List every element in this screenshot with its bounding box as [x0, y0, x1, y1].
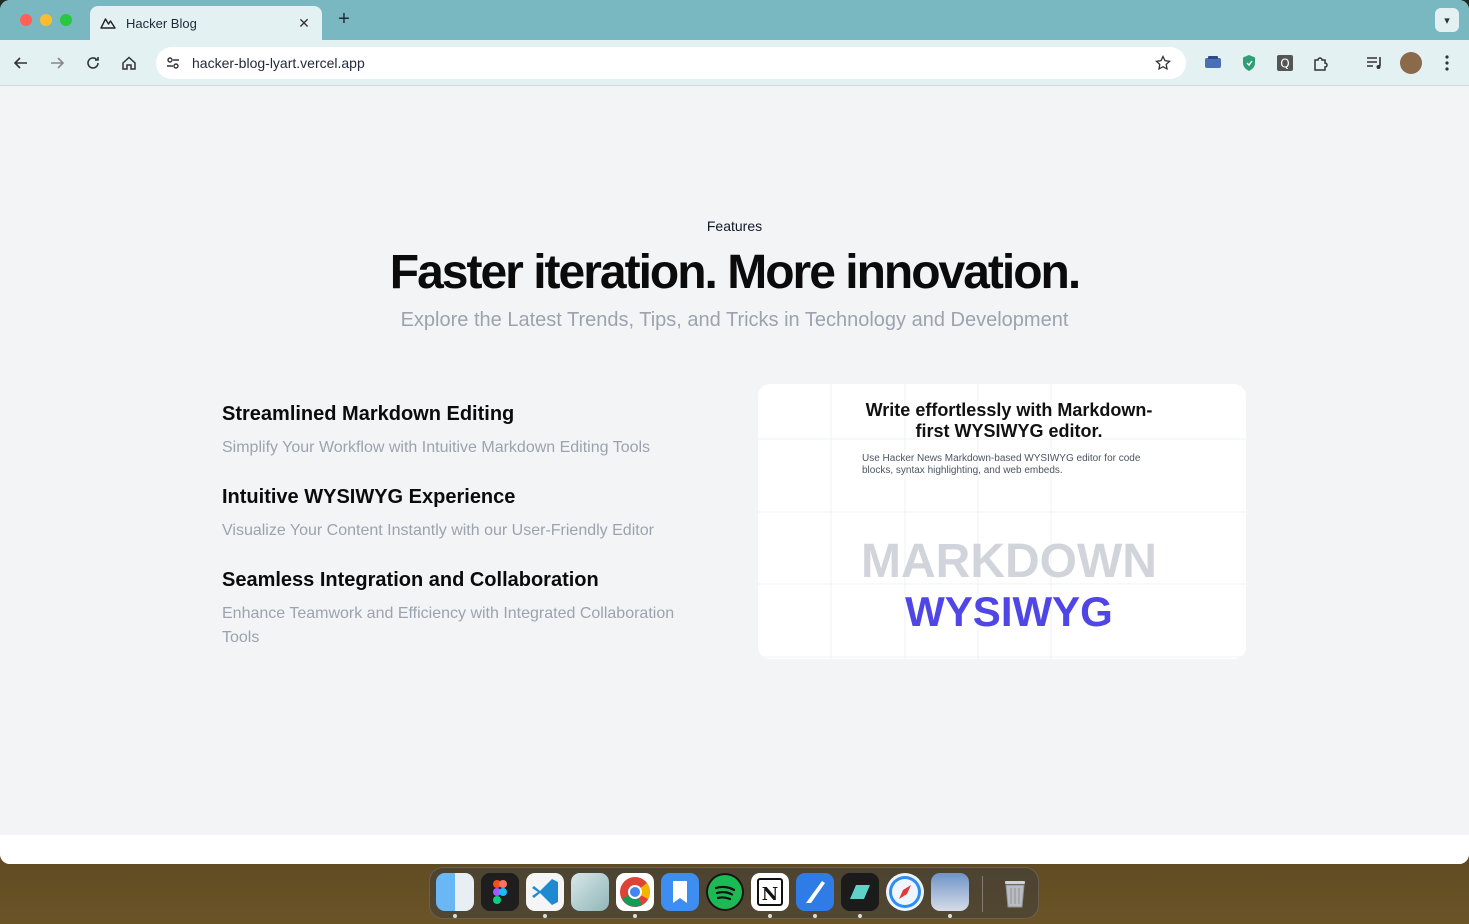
trash-icon[interactable]: [996, 873, 1034, 911]
feature-item: Seamless Integration and Collaboration E…: [222, 569, 712, 650]
card-description: Use Hacker News Markdown-based WYSIWYG e…: [862, 453, 1141, 476]
forward-arrow-icon[interactable]: [46, 52, 68, 74]
page-subheading: Explore the Latest Trends, Tips, and Tri…: [400, 309, 1069, 331]
puzzle-extensions-icon[interactable]: [1310, 52, 1332, 74]
feature-description: Simplify Your Workflow with Intuitive Ma…: [222, 439, 651, 456]
macos-dock: N: [429, 867, 1039, 919]
reload-icon[interactable]: [82, 52, 104, 74]
markdown-wordmark: MARKDOWN: [861, 535, 1157, 588]
site-settings-icon[interactable]: [158, 48, 188, 78]
vscode-icon[interactable]: [526, 873, 564, 911]
page-content: Features Faster iteration. More innovati…: [0, 87, 1469, 835]
notion-icon[interactable]: N: [751, 873, 789, 911]
bookmark-star-icon[interactable]: [1148, 55, 1178, 71]
browser-window: Hacker Blog ✕ + ▾ hacker-blog-lyart.verc…: [0, 0, 1469, 864]
close-tab-icon[interactable]: ✕: [296, 15, 312, 32]
home-icon[interactable]: [118, 52, 140, 74]
wysiwyg-wordmark: WYSIWYG: [905, 588, 1113, 635]
media-controls-icon[interactable]: [1364, 52, 1386, 74]
testflight-icon[interactable]: [796, 873, 834, 911]
screens-icon[interactable]: [841, 873, 879, 911]
books-icon[interactable]: [661, 873, 699, 911]
page-headline: Faster iteration. More innovation.: [389, 246, 1081, 299]
dock-separator: [982, 876, 983, 912]
feature-item: Streamlined Markdown Editing Simplify Yo…: [222, 403, 712, 460]
figma-icon[interactable]: [481, 873, 519, 911]
browser-toolbar: hacker-blog-lyart.vercel.app Q: [0, 40, 1469, 86]
q-extension-icon[interactable]: Q: [1274, 52, 1296, 74]
tab-search-chevron-icon[interactable]: ▾: [1435, 8, 1459, 32]
card-title: Write effortlessly with Markdown-first W…: [865, 400, 1153, 441]
back-arrow-icon[interactable]: [10, 52, 32, 74]
preview-icon[interactable]: [931, 873, 969, 911]
tab-hacker-blog[interactable]: Hacker Blog ✕: [90, 6, 322, 40]
spotify-icon[interactable]: [706, 873, 744, 911]
url-text: hacker-blog-lyart.vercel.app: [192, 55, 365, 71]
finder-icon[interactable]: [436, 873, 474, 911]
shield-extension-icon[interactable]: [1238, 52, 1260, 74]
address-bar[interactable]: hacker-blog-lyart.vercel.app: [156, 47, 1186, 79]
feature-title: Seamless Integration and Collaboration: [222, 569, 599, 591]
editor-preview-card: Write effortlessly with Markdown-first W…: [758, 384, 1246, 659]
screen-extension-icon[interactable]: [1202, 52, 1224, 74]
page-footer-strip: [0, 835, 1469, 864]
feature-description: Visualize Your Content Instantly with ou…: [222, 522, 654, 539]
feature-title: Intuitive WYSIWYG Experience: [222, 486, 516, 508]
maximize-window-button[interactable]: [60, 14, 72, 26]
more-menu-icon[interactable]: [1436, 52, 1458, 74]
feature-list: Streamlined Markdown Editing Simplify Yo…: [222, 403, 712, 676]
mountain-favicon-icon: [100, 18, 116, 29]
feature-title: Streamlined Markdown Editing: [222, 403, 515, 425]
svg-text:Q: Q: [1280, 57, 1289, 71]
svg-text:N: N: [762, 884, 778, 905]
safari-icon[interactable]: [886, 873, 924, 911]
feature-item: Intuitive WYSIWYG Experience Visualize Y…: [222, 486, 712, 543]
tab-title: Hacker Blog: [126, 15, 197, 31]
minimize-window-button[interactable]: [40, 14, 52, 26]
affinity-icon[interactable]: [571, 873, 609, 911]
feature-description: Enhance Teamwork and Efficiency with Int…: [222, 605, 675, 646]
section-eyebrow: Features: [706, 218, 763, 234]
tab-strip: Hacker Blog ✕ + ▾: [0, 0, 1469, 40]
new-tab-button[interactable]: +: [334, 8, 354, 31]
chrome-icon[interactable]: [616, 873, 654, 911]
close-window-button[interactable]: [20, 14, 32, 26]
profile-avatar[interactable]: [1400, 52, 1422, 74]
